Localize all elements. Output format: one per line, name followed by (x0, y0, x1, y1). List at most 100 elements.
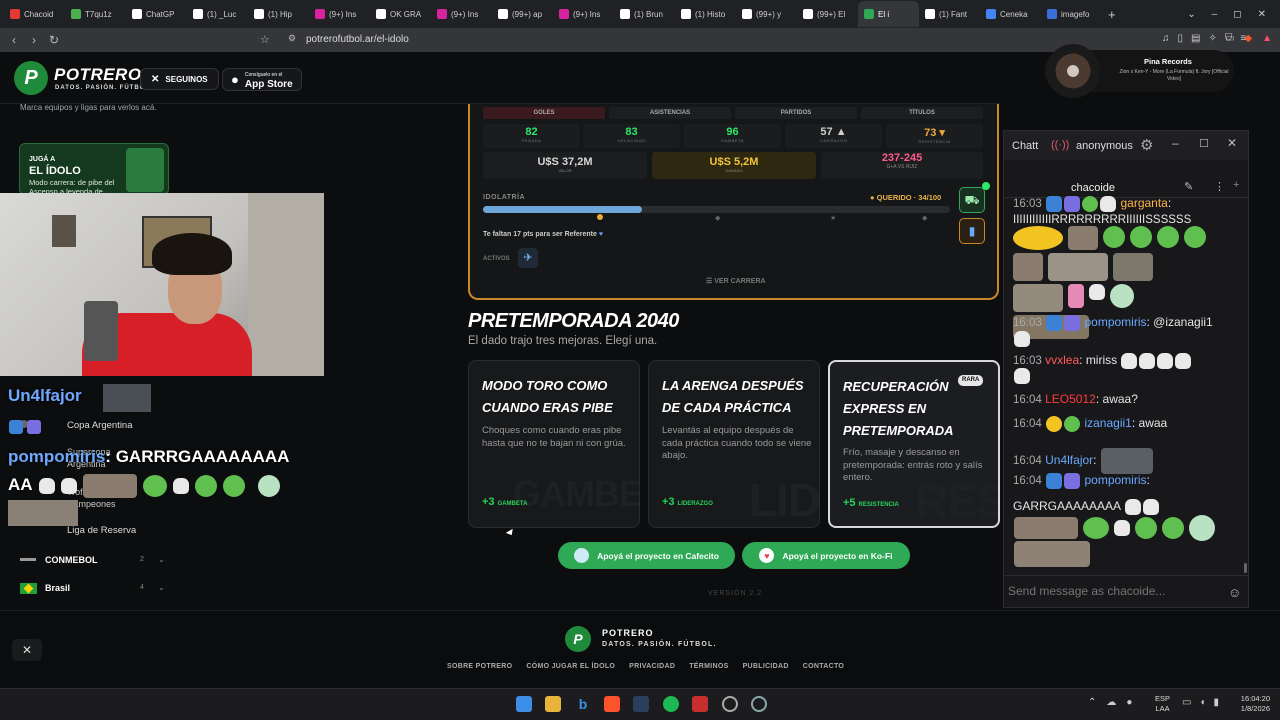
minimize-icon[interactable]: – (1212, 9, 1218, 20)
browser-tab[interactable]: (1) Histo (675, 1, 736, 27)
footer-link-contact[interactable]: CONTACTO (803, 663, 844, 670)
close-icon[interactable]: ✕ (1227, 136, 1237, 150)
sidebar-group-brasil[interactable]: Brasil 4 ⌄ (20, 583, 170, 597)
url-field[interactable]: potrerofutbol.ar/el-idolo (306, 34, 409, 45)
start-icon[interactable] (516, 696, 532, 712)
chat-username[interactable]: vvxlea (1045, 353, 1079, 367)
spotify-icon[interactable] (663, 696, 679, 712)
add-tab-icon[interactable]: + (1233, 179, 1239, 191)
stat-header: PARTIDOS (735, 107, 857, 119)
x-social-icon[interactable]: ✕ (12, 639, 42, 661)
bing-icon[interactable]: b (575, 696, 591, 712)
browser-tab[interactable]: (99+) El (797, 1, 858, 27)
browser-tab[interactable]: El i (858, 1, 919, 27)
battery-icon[interactable]: ▮ (1214, 697, 1220, 708)
chat-username[interactable]: garganta (1120, 196, 1167, 210)
sidebar-icon[interactable]: ▯ (1178, 33, 1184, 44)
footer-link-privacy[interactable]: PRIVACIDAD (629, 663, 675, 670)
wallet-icon[interactable]: ▤ (1191, 33, 1200, 44)
sidebar-group-conmebol[interactable]: CONMEBOL 2 ⌄ (20, 555, 170, 569)
steam-icon[interactable] (633, 696, 649, 712)
browser-tab[interactable]: imagefo (1041, 1, 1102, 27)
maximize-icon[interactable]: ☐ (1199, 137, 1209, 150)
bookmark-icon[interactable]: ☆ (260, 33, 270, 46)
footer-link-ads[interactable]: PUBLICIDAD (743, 663, 789, 670)
restore-icon[interactable]: ◻ (1233, 9, 1241, 20)
footer-logo-icon[interactable]: P (565, 626, 591, 652)
browser-tab[interactable]: (1) Hip (248, 1, 309, 27)
browser-tab[interactable]: Ceneka (980, 1, 1041, 27)
rewards-icon[interactable]: ▲ (1262, 33, 1272, 44)
browser-tab[interactable]: T7qu1z (65, 1, 126, 27)
vpn-icon[interactable]: ⛉ (1225, 33, 1233, 44)
item-icon[interactable]: ▮ (959, 218, 985, 244)
chevron-up-icon[interactable]: ⌃ (1088, 697, 1096, 708)
video-app-icon[interactable] (692, 696, 708, 712)
browser-tab[interactable]: (99+) ap (492, 1, 553, 27)
chat-username[interactable]: pompomiris (1084, 473, 1146, 487)
footer-link-about[interactable]: SOBRE POTRERO (447, 663, 512, 670)
volume-icon[interactable]: ◖ (1199, 697, 1205, 708)
input-language[interactable]: ESP LAA (1155, 694, 1170, 714)
chat-username[interactable]: Un4lfajor (1045, 453, 1093, 467)
browser-tab[interactable]: (99+) y (736, 1, 797, 27)
minimize-icon[interactable]: – (1172, 136, 1179, 150)
more-icon[interactable]: ⋮ (1214, 180, 1225, 193)
photo-emote-icon (1100, 448, 1153, 474)
potrero-logo-icon[interactable]: P (14, 61, 48, 95)
mic-icon[interactable]: ● (1126, 697, 1132, 708)
browser-tab[interactable]: (1) Brun (614, 1, 675, 27)
cloud-icon[interactable]: ☁ (1106, 697, 1116, 708)
browser-tab[interactable]: Chacoid (4, 1, 65, 27)
chevron-down-icon[interactable]: ⌄ (1187, 9, 1195, 20)
follow-button[interactable]: ✕ SEGUINOS (140, 68, 219, 90)
chat-username[interactable]: LEO5012 (1045, 392, 1096, 406)
obs-icon[interactable] (722, 696, 738, 712)
cart-icon[interactable]: ⛟ (959, 187, 985, 213)
file-explorer-icon[interactable] (545, 696, 561, 712)
kofi-button[interactable]: ♥ Apoyá el proyecto en Ko-Fi (742, 542, 910, 569)
browser-tab[interactable]: ChatGP (126, 1, 187, 27)
browser-tab[interactable]: (1) _Luc (187, 1, 248, 27)
close-icon[interactable]: ✕ (1258, 9, 1266, 20)
new-tab-icon[interactable]: + (1108, 7, 1116, 22)
ai-icon[interactable]: ✧ (1208, 33, 1216, 44)
clock[interactable]: 16:04:20 1/8/2026 (1228, 694, 1270, 714)
emoji-icon[interactable]: ☺ (1228, 585, 1241, 600)
back-icon[interactable]: ‹ (4, 33, 24, 47)
browser-tab[interactable]: (1) Fant (919, 1, 980, 27)
career-link[interactable]: ☰ VER CARRERA (706, 277, 766, 285)
upgrade-card-arenga[interactable]: LID LA ARENGA DESPUÉS DE CADA PRÁCTICA L… (648, 360, 820, 528)
el-idolo-promo[interactable]: JUGÁ A EL ÍDOLO Modo carrera: de pibe de… (19, 143, 169, 196)
attribute-cell: 57 ▲ LIDERAZGO (785, 124, 882, 148)
sidebar-item-copa-argentina[interactable]: Copa Argentina (67, 420, 133, 431)
app-store-button[interactable]: ● Consíguelo en el App Store (222, 68, 302, 91)
cafecito-button[interactable]: Apoyá el proyecto en Cafecito (558, 542, 735, 569)
boot-icon[interactable]: ✈ (518, 248, 538, 268)
gear-icon[interactable]: ⚙ (1140, 136, 1153, 154)
upgrade-card-recuperacion[interactable]: RES RARA RECUPERACIÓN EXPRESS EN PRETEMP… (828, 360, 1000, 528)
browser-tab[interactable]: (9+) Ins (309, 1, 370, 27)
chatterino-icon[interactable] (751, 696, 767, 712)
milestone-icon: ◆ (715, 215, 721, 222)
brave-icon[interactable] (604, 696, 620, 712)
chat-username[interactable]: pompomiris (1084, 315, 1146, 329)
chat-input[interactable] (1008, 580, 1218, 602)
media-icon[interactable]: ♫ (1162, 33, 1170, 44)
site-info-icon[interactable]: ⚙ (288, 33, 296, 44)
menu-icon[interactable]: ≡ (1240, 33, 1246, 44)
browser-tab[interactable]: (9+) Ins (553, 1, 614, 27)
footer-link-how-to-play[interactable]: CÓMO JUGAR EL ÍDOLO (526, 663, 615, 670)
forward-icon[interactable]: › (24, 33, 44, 47)
pencil-icon[interactable]: ✎ (1184, 180, 1193, 193)
reload-icon[interactable]: ↻ (44, 33, 64, 47)
browser-tab[interactable]: (9+) Ins (431, 1, 492, 27)
display-icon[interactable]: ▭ (1182, 697, 1191, 708)
upgrade-card-toro[interactable]: GAMBETA MODO TORO COMO CUANDO ERAS PIBE … (468, 360, 640, 528)
footer-link-terms[interactable]: TÉRMINOS (689, 663, 728, 670)
browser-tab[interactable]: OK GRA (370, 1, 431, 27)
chat-username[interactable]: izanagii1 (1084, 416, 1131, 430)
sidebar-item-liga-reserva[interactable]: Liga de Reserva (67, 525, 136, 536)
brand-name[interactable]: POTRERO (54, 65, 142, 85)
chat-scrollbar[interactable] (1244, 563, 1247, 573)
